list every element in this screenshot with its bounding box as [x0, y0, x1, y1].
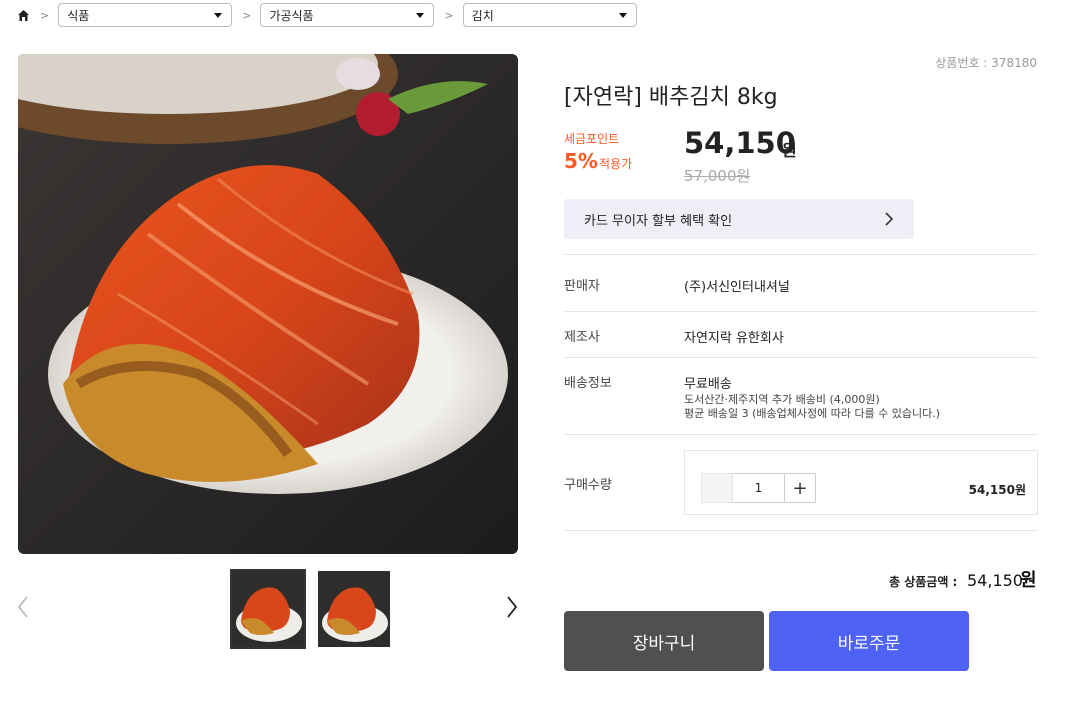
divider: [564, 530, 1038, 531]
chevron-down-icon: [416, 12, 425, 18]
card-benefit-button[interactable]: 카드 무이자 할부 혜택 확인: [564, 199, 914, 239]
home-icon[interactable]: [16, 8, 30, 22]
product-title: [자연락] 배추김치 8kg: [564, 85, 778, 110]
chevron-down-icon: [618, 12, 627, 18]
buy-now-button[interactable]: 바로주문: [769, 611, 969, 671]
quantity-decrease-button[interactable]: [701, 473, 733, 503]
point-label: 세금포인트: [564, 132, 620, 146]
shipping-label: 배송정보: [564, 376, 612, 391]
quantity-increase-button[interactable]: +: [784, 473, 816, 503]
sale-price: 54,150: [684, 126, 796, 160]
product-number: 상품번호 : 378180: [935, 56, 1037, 70]
maker-label: 제조사: [564, 330, 600, 345]
seller-value: (주)서신인터내셔널: [684, 280, 790, 295]
shipping-main: 무료배송: [684, 377, 732, 392]
divider: [564, 254, 1038, 255]
category-select-label: 김치: [471, 8, 494, 23]
line-total-price: 54,150원: [968, 483, 1026, 497]
category-select-3[interactable]: 김치: [462, 3, 637, 27]
maker-value: 자연지락 유한회사: [684, 331, 784, 346]
divider: [564, 311, 1038, 312]
category-select-label: 식품: [67, 8, 90, 23]
gallery-next-arrow-icon[interactable]: [505, 593, 519, 621]
category-select-label: 가공식품: [269, 8, 314, 23]
point-suffix: 적용가: [599, 157, 633, 171]
product-main-image: [18, 54, 518, 554]
quantity-stepper: 1 +: [701, 473, 816, 503]
quantity-box: 1 + 54,150원: [684, 450, 1038, 515]
point-percent: 5%: [564, 149, 598, 173]
quantity-label: 구매수량: [564, 478, 612, 493]
price-unit: 원: [782, 141, 797, 160]
breadcrumb-separator: >: [242, 8, 252, 22]
total-label: 총 상품금액 :: [889, 575, 958, 589]
card-benefit-label: 카드 무이자 할부 혜택 확인: [584, 213, 733, 229]
total-amount: 54,150: [967, 571, 1023, 590]
gallery-prev-arrow-icon[interactable]: [16, 593, 30, 621]
chevron-down-icon: [214, 12, 223, 18]
category-select-1[interactable]: 식품: [58, 3, 233, 27]
quantity-input[interactable]: 1: [733, 473, 784, 503]
breadcrumb-separator: >: [444, 8, 454, 22]
divider: [564, 357, 1038, 358]
chevron-right-icon: [885, 212, 894, 226]
seller-label: 판매자: [564, 279, 600, 294]
product-thumbnail[interactable]: [316, 569, 392, 649]
product-thumbnail[interactable]: [230, 569, 306, 649]
thumbnail-list: [230, 569, 392, 649]
breadcrumb: > 식품 > 가공식품 > 김치: [16, 3, 637, 27]
total-unit: 원: [1020, 570, 1037, 591]
shipping-days: 평균 배송일 3 (배송업체사정에 따라 다를 수 있습니다.): [684, 407, 941, 420]
add-to-cart-button[interactable]: 장바구니: [564, 611, 764, 671]
breadcrumb-separator: >: [40, 8, 50, 22]
divider: [564, 434, 1038, 435]
category-select-2[interactable]: 가공식품: [260, 3, 435, 27]
original-price: 57,000원: [684, 167, 751, 185]
